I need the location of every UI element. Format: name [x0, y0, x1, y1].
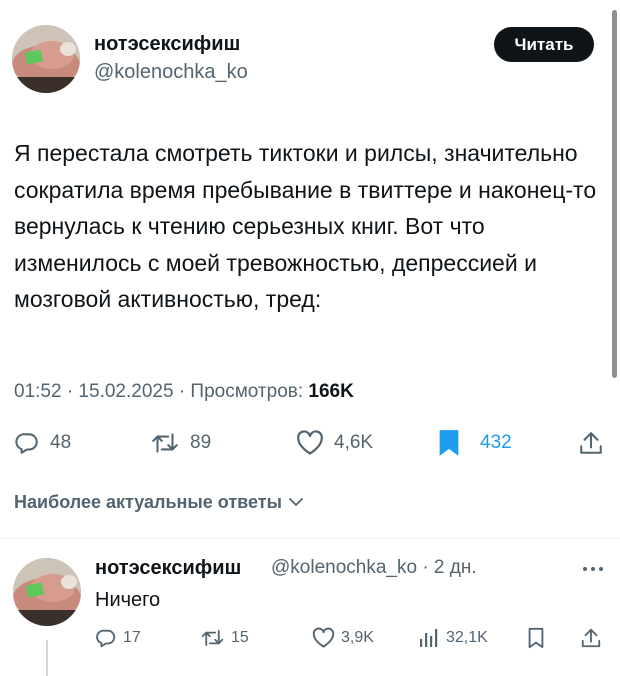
views-icon — [418, 627, 440, 649]
share-button[interactable] — [578, 430, 604, 456]
like-count: 4,6K — [334, 432, 374, 453]
divider — [0, 538, 620, 539]
reply-avatar[interactable] — [13, 558, 81, 626]
reply-author-handle[interactable]: @kolenochka_ko · 2 дн. — [271, 557, 477, 579]
reply-repost-count: 15 — [231, 629, 249, 646]
like-icon — [296, 430, 324, 456]
chevron-down-icon — [288, 492, 304, 513]
reply-author-name[interactable]: нотэсексифиш — [95, 557, 241, 580]
repost-button[interactable]: 89 — [150, 430, 211, 456]
reply-button[interactable]: 48 — [14, 430, 71, 456]
views-label: Просмотров: — [190, 381, 309, 402]
like-icon — [312, 627, 335, 649]
thread-line — [46, 640, 48, 676]
reply-icon — [95, 627, 117, 649]
reply-icon — [14, 430, 40, 456]
reply-reply-count: 17 — [123, 629, 141, 646]
author-handle[interactable]: @kolenochka_ko — [94, 61, 248, 84]
repost-icon — [200, 627, 225, 649]
like-button[interactable]: 4,6K — [296, 430, 373, 456]
bookmark-count: 432 — [480, 432, 512, 453]
bookmark-button[interactable]: 432 — [438, 429, 512, 457]
follow-button[interactable]: Читать — [494, 27, 594, 62]
reply-like-button[interactable]: 3,9K — [312, 627, 374, 649]
timestamp[interactable]: 01:52 · 15.02.2025 · — [14, 381, 190, 402]
bookmark-icon — [438, 429, 460, 457]
repost-count: 89 — [190, 432, 212, 453]
share-icon — [578, 430, 604, 456]
bookmark-icon — [527, 627, 545, 649]
replies-sort-toggle[interactable]: Наиболее актуальные ответы — [14, 492, 304, 513]
reply-share-button[interactable] — [580, 627, 602, 649]
reply-bookmark-button[interactable] — [527, 627, 545, 649]
tweet-text: Я перестала смотреть тиктоки и рилсы, зн… — [14, 140, 597, 313]
reply-views-count: 32,1K — [446, 629, 488, 646]
reply-repost-button[interactable]: 15 — [200, 627, 249, 649]
scrollbar[interactable] — [612, 10, 617, 378]
views-count: 166K — [308, 381, 354, 402]
more-icon[interactable] — [582, 560, 604, 578]
author-name[interactable]: нотэсексифиш — [94, 33, 240, 56]
tweet-meta: 01:52 · 15.02.2025 · Просмотров: 166K — [14, 381, 354, 403]
reply-views-button[interactable]: 32,1K — [418, 627, 488, 649]
reply-reply-button[interactable]: 17 — [95, 627, 141, 649]
reply-count: 48 — [50, 432, 72, 453]
replies-sort-label: Наиболее актуальные ответы — [14, 492, 282, 512]
reply-text: Ничего — [95, 589, 161, 611]
avatar[interactable] — [12, 25, 80, 93]
reply-like-count: 3,9K — [341, 629, 374, 646]
share-icon — [580, 627, 602, 649]
repost-icon — [150, 430, 180, 456]
